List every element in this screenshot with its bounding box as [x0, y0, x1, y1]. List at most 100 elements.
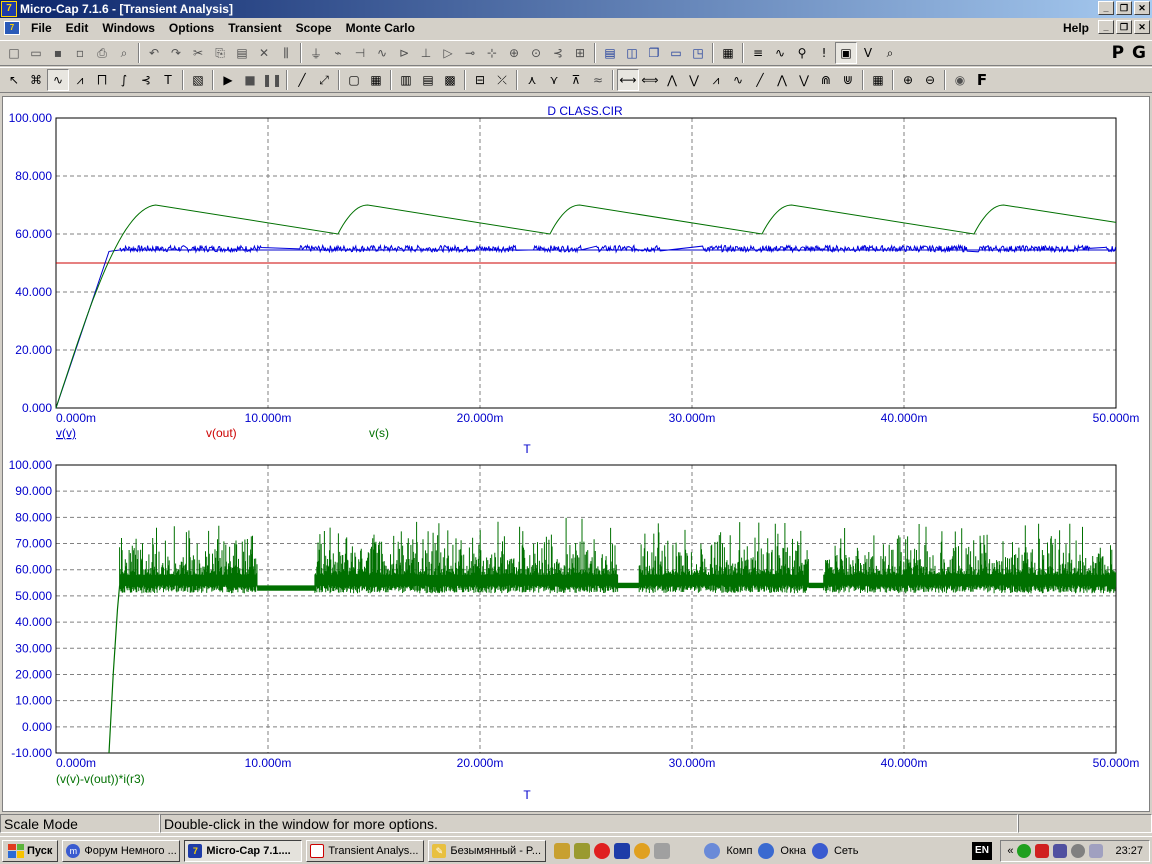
resistor-icon[interactable]: ⌁	[327, 42, 349, 64]
mdi-close-button[interactable]: ✕	[1134, 20, 1150, 34]
probe-icon[interactable]: ⚲	[791, 42, 813, 64]
link-windows[interactable]: Окна	[780, 845, 806, 857]
print-icon[interactable]: ⎙	[91, 42, 113, 64]
global-low-icon[interactable]: ⋀	[771, 69, 793, 91]
analysis-window-icon[interactable]: ▣	[835, 42, 857, 64]
stop-icon[interactable]: ■	[239, 69, 261, 91]
transistor-icon[interactable]: ⊸	[459, 42, 481, 64]
plot-area[interactable]: D CLASS.CIR 100.000 80.000 60.000 40.000 20.…	[2, 96, 1150, 812]
task-paint[interactable]: ✎ Безымянный - P...	[428, 839, 547, 862]
frame-icon[interactable]: ▢	[343, 69, 365, 91]
quicklaunch-microcap-icon[interactable]	[614, 842, 631, 859]
capacitor-icon[interactable]: ⊣	[349, 42, 371, 64]
tray-misc-icon[interactable]	[1089, 843, 1104, 858]
zoom-out-icon[interactable]: ⊖	[919, 69, 941, 91]
select-arrow-icon[interactable]: ↖	[3, 69, 25, 91]
horizontal-tag-icon[interactable]: ∫	[113, 69, 135, 91]
redo-icon[interactable]: ↷	[165, 42, 187, 64]
mdi-restore-button[interactable]: ❐	[1116, 20, 1132, 34]
mdi-minimize-button[interactable]: _	[1098, 20, 1114, 34]
trace-power[interactable]	[108, 585, 121, 754]
quicklaunch-opera-icon[interactable]	[594, 842, 611, 859]
new-icon[interactable]: □	[3, 42, 25, 64]
global-high-icon[interactable]: ╱	[749, 69, 771, 91]
tray-volume-icon[interactable]	[1071, 843, 1086, 858]
trace-v-v[interactable]	[55, 249, 1116, 409]
high-icon[interactable]: ⊼	[565, 69, 587, 91]
menu-transient[interactable]: Transient	[221, 21, 288, 35]
cursor-right-icon[interactable]: ⟺	[639, 69, 661, 91]
tile-vertical-icon[interactable]: ◫	[621, 42, 643, 64]
fine-grid-icon[interactable]: ▩	[439, 69, 461, 91]
network-link-icon[interactable]	[811, 842, 828, 859]
print-preview-icon[interactable]: ⌕	[113, 42, 135, 64]
ground-icon[interactable]: ⏚	[305, 42, 327, 64]
slope-icon[interactable]: ⩘	[705, 69, 727, 91]
scale-mode-icon[interactable]: ∿	[47, 69, 69, 91]
next-valley-icon[interactable]: ⋁	[683, 69, 705, 91]
save-icon[interactable]: ▪	[47, 42, 69, 64]
vd-icon[interactable]: V	[857, 42, 879, 64]
bottom-icon[interactable]: ⋒	[815, 69, 837, 91]
major-grid-icon[interactable]: ▤	[417, 69, 439, 91]
close-button[interactable]: ✕	[1134, 1, 1150, 15]
menu-edit[interactable]: Edit	[59, 21, 96, 35]
inductor-icon[interactable]: ∿	[371, 42, 393, 64]
legend-v-v[interactable]: v(v)	[56, 426, 76, 440]
task-forum[interactable]: m Форум Немного ...	[62, 839, 181, 862]
link-computer[interactable]: Комп	[726, 845, 752, 857]
diode-icon[interactable]: ⊳	[393, 42, 415, 64]
table-icon[interactable]: ▦	[867, 69, 889, 91]
magnify-icon[interactable]: ⌕	[879, 42, 901, 64]
quicklaunch-app4-icon[interactable]	[654, 842, 671, 859]
quicklaunch-app1-icon[interactable]	[554, 842, 571, 859]
plot-g-button[interactable]: G	[1132, 43, 1146, 63]
paste-icon[interactable]: ▤	[231, 42, 253, 64]
legend-v-s[interactable]: v(s)	[369, 426, 389, 440]
trace-v-v-ripple[interactable]	[119, 243, 1117, 254]
component-icon[interactable]: ⫼	[275, 42, 297, 64]
plot-p-button[interactable]: P	[1112, 43, 1124, 63]
open-icon[interactable]: ▭	[25, 42, 47, 64]
copy-icon[interactable]: ⎘	[209, 42, 231, 64]
bus-icon[interactable]: ⊞	[569, 42, 591, 64]
peak-icon[interactable]: ⋏	[521, 69, 543, 91]
inflection-icon[interactable]: ∿	[727, 69, 749, 91]
waveform-icon[interactable]: ∿	[769, 42, 791, 64]
baseline-icon[interactable]: ⊟	[469, 69, 491, 91]
tray-expand-icon[interactable]: «	[1007, 845, 1013, 857]
next-peak-icon[interactable]: ⋀	[661, 69, 683, 91]
font-icon[interactable]: F	[971, 69, 993, 91]
flag-icon[interactable]: ⊰	[547, 42, 569, 64]
line-icon[interactable]: ╱	[291, 69, 313, 91]
minimize-button[interactable]: _	[1098, 1, 1114, 15]
text-icon[interactable]: T	[157, 69, 179, 91]
menu-monte-carlo[interactable]: Monte Carlo	[339, 21, 422, 35]
plot-canvas[interactable]: D CLASS.CIR 100.000 80.000 60.000 40.000 20.…	[3, 97, 1149, 811]
select-mode-icon[interactable]: ⌘	[25, 69, 47, 91]
split-window-icon[interactable]: ◳	[687, 42, 709, 64]
computer-link-icon[interactable]	[704, 842, 721, 859]
pause-icon[interactable]: ❚❚	[261, 69, 283, 91]
cursor-left-icon[interactable]: ⟷	[617, 69, 639, 91]
source-icon[interactable]: ⊕	[503, 42, 525, 64]
valley-icon[interactable]: ⋎	[543, 69, 565, 91]
point-icon[interactable]: ⋓	[837, 69, 859, 91]
quicklaunch-app3-icon[interactable]	[634, 842, 651, 859]
restore-button[interactable]: ❐	[1116, 1, 1132, 15]
low-icon[interactable]: ≈	[587, 69, 609, 91]
task-transient[interactable]: Transient Analys...	[306, 839, 425, 862]
animate-icon[interactable]: ◉	[949, 69, 971, 91]
run-icon[interactable]: ▶	[217, 69, 239, 91]
delete-icon[interactable]: ✕	[253, 42, 275, 64]
token-icon[interactable]: ⤫	[491, 69, 513, 91]
cascade-icon[interactable]: ❐	[643, 42, 665, 64]
battery-icon[interactable]: ⊥	[415, 42, 437, 64]
arrow-line-icon[interactable]: ⤢	[313, 69, 335, 91]
tile-horizontal-icon[interactable]: ▤	[599, 42, 621, 64]
top-icon[interactable]: ⋁	[793, 69, 815, 91]
legend-v-out[interactable]: v(out)	[206, 426, 237, 440]
tray-network-icon[interactable]	[1017, 843, 1032, 858]
menu-options[interactable]: Options	[162, 21, 221, 35]
menu-file[interactable]: File	[24, 21, 59, 35]
